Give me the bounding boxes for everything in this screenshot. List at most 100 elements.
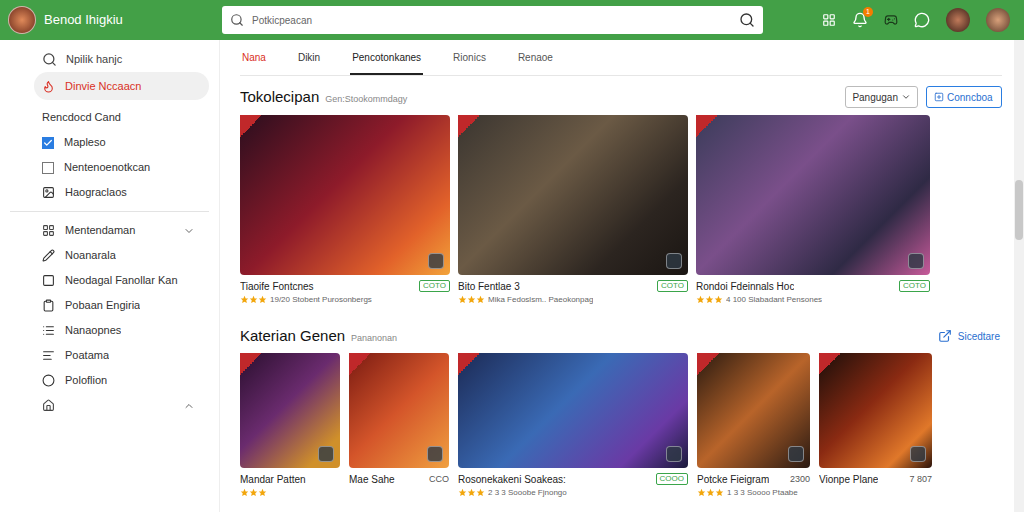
game-card[interactable]: Mae Sahe CCO: [349, 353, 449, 498]
scrollbar[interactable]: [1014, 40, 1024, 512]
checkbox-box[interactable]: [42, 137, 54, 149]
cover-ribbon: [240, 115, 262, 137]
game-price: CCO: [429, 474, 449, 485]
plus-icon: [934, 92, 944, 102]
tab[interactable]: Dikin: [296, 50, 322, 75]
tab[interactable]: Pencotonkanes: [350, 50, 423, 75]
star-icon: [458, 488, 467, 497]
game-price: COTO: [899, 280, 930, 292]
star-icon: [249, 295, 258, 304]
game-price: 2300: [790, 474, 810, 485]
item-icon: [42, 374, 55, 387]
game-card[interactable]: Potcke Fieigram23001 3 3 Soooo Ptaabe: [697, 353, 810, 498]
cover-badge-icon: [318, 446, 334, 462]
item-icon: [42, 186, 55, 199]
game-meta: 2 3 3 Sooobe Fjnongo: [488, 487, 567, 498]
sidebar-item[interactable]: Dinvie Nccaacn: [34, 72, 209, 100]
search-icon: [42, 52, 57, 67]
game-cover: [240, 115, 450, 275]
item-icon: [42, 274, 55, 287]
item-icon: [42, 299, 55, 312]
cover-badge-icon: [427, 446, 443, 462]
connect-button[interactable]: Conncboa: [926, 86, 1002, 108]
sidebar-item[interactable]: Noanarala: [34, 243, 209, 268]
sidebar-item[interactable]: Pobaan Engiria: [34, 293, 209, 318]
star-icon: [467, 295, 476, 304]
game-card[interactable]: Mandar Patten: [240, 353, 340, 498]
game-cover: [696, 115, 930, 275]
chat-icon[interactable]: [914, 12, 930, 28]
group-icon: [42, 224, 55, 237]
sidebar-group[interactable]: Mentendaman: [0, 218, 219, 243]
apps-icon[interactable]: [822, 13, 836, 27]
cover-ribbon: [458, 115, 480, 137]
game-meta: Mika Fedoslsm.. Paeokonpag: [488, 294, 593, 305]
featured-section: TokolecipanGen:StookommdagyPanguganConnc…: [240, 84, 1002, 305]
game-price: 7 807: [909, 474, 932, 485]
tab[interactable]: Renaoe: [516, 50, 555, 75]
checkbox-box[interactable]: [42, 162, 54, 174]
cover-badge-icon: [666, 253, 682, 269]
category-section: Katerian Genen Pananonan Sicedtare Mandar P…: [240, 323, 1002, 498]
star-rating: [458, 295, 485, 304]
tab[interactable]: Nana: [240, 50, 268, 75]
game-cover: [697, 353, 810, 468]
cover-badge-icon: [908, 253, 924, 269]
star-icon: [715, 488, 724, 497]
cover-ribbon: [696, 115, 718, 137]
cover-ribbon: [240, 353, 262, 375]
game-card[interactable]: Bito Fentlae 3COTOMika Fedoslsm.. Paeoko…: [458, 115, 688, 305]
cover-ribbon: [697, 353, 719, 375]
top-bar: Benod IhigkiuPotkicpeacan1: [0, 0, 1024, 40]
star-icon: [467, 488, 476, 497]
star-rating: [458, 488, 485, 497]
game-cover: [819, 353, 932, 468]
game-cover: [458, 353, 688, 468]
section-link[interactable]: Sicedtare: [938, 329, 1002, 344]
sort-dropdown[interactable]: Pangugan: [845, 86, 918, 108]
user-avatar[interactable]: [986, 8, 1010, 32]
sidebar-item[interactable]: Haograclaos: [34, 180, 209, 205]
game-cover: [349, 353, 449, 468]
scrollbar-thumb[interactable]: [1015, 180, 1023, 240]
sidebar-item[interactable]: Nanaopnes: [34, 318, 209, 343]
item-icon: [42, 324, 55, 337]
search-submit-icon[interactable]: [739, 12, 755, 28]
star-rating: [240, 488, 267, 497]
game-title: Rosonekakeni Soakeas:: [458, 473, 566, 486]
section-header: Katerian Genen Pananonan Sicedtare: [240, 323, 1002, 349]
cover-badge-icon: [666, 446, 682, 462]
game-title: Vionpe Plane: [819, 473, 878, 486]
search-field[interactable]: Potkicpeacan: [222, 6, 763, 34]
sidebar-checkbox[interactable]: Nentenoenotkcan: [0, 155, 219, 180]
sidebar-item[interactable]: Neodagal Fanollar Kan: [34, 268, 209, 293]
logo-avatar[interactable]: [8, 6, 36, 34]
sidebar-checkbox[interactable]: Mapleso: [0, 130, 219, 155]
game-card[interactable]: Rosonekakeni Soakeas:COOO2 3 3 Sooobe Fj…: [458, 353, 688, 498]
star-icon: [696, 295, 705, 304]
star-icon: [258, 488, 267, 497]
item-icon: [42, 349, 55, 362]
app: Benod IhigkiuPotkicpeacan1Npilik hanjcDi…: [0, 0, 1024, 512]
cover-ribbon: [458, 353, 480, 375]
game-card[interactable]: Rondoi Fdeinnals HocCOTO4 100 Slabadant …: [696, 115, 930, 305]
star-icon: [705, 295, 714, 304]
sidebar-group[interactable]: [0, 393, 219, 418]
user-avatar[interactable]: [946, 8, 970, 32]
game-card[interactable]: Tiaoife FontcnesCOTO19/20 Stobent Puroso…: [240, 115, 450, 305]
section-title: Katerian Genen: [240, 325, 345, 348]
sidebar-search[interactable]: Npilik hanjc: [0, 46, 219, 72]
game-meta: 19/20 Stobent Purosonbergs: [270, 294, 372, 305]
game-cover: [240, 353, 340, 468]
cover-badge-icon: [788, 446, 804, 462]
game-card[interactable]: Vionpe Plane 7 807: [819, 353, 932, 498]
section-subtitle: Pananonan: [351, 332, 397, 346]
sidebar-item[interactable]: Poloflion: [34, 368, 209, 393]
sidebar-item[interactable]: Poatama: [34, 343, 209, 368]
tab[interactable]: Rionics: [451, 50, 488, 75]
chevron-down-icon: [183, 225, 195, 237]
cover-badge-icon: [910, 446, 926, 462]
game-title: Mandar Patten: [240, 473, 306, 486]
gamepad-icon[interactable]: [884, 13, 898, 27]
game-title: Mae Sahe: [349, 473, 395, 486]
